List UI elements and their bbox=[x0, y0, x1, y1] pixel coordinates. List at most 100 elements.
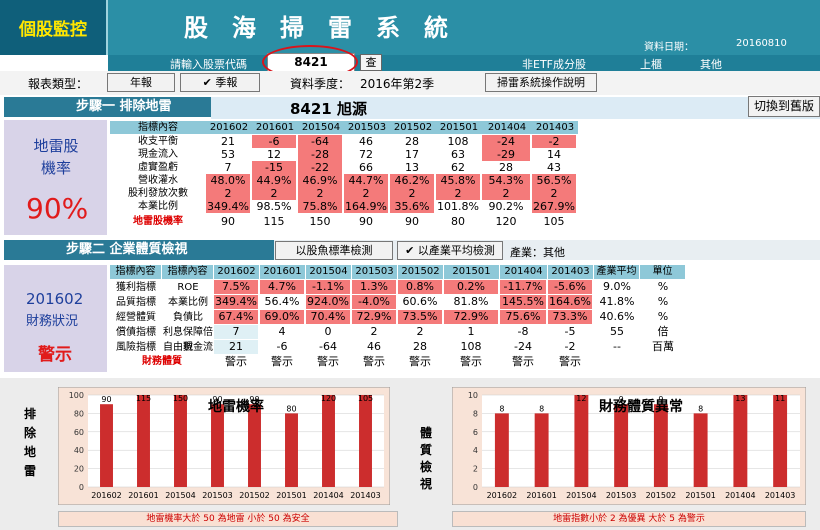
table-cell: 75.8% bbox=[298, 200, 342, 213]
y-tick-label: 60 bbox=[74, 428, 84, 437]
table-cell: 349.4% bbox=[214, 295, 258, 309]
data-label: 11 bbox=[775, 394, 785, 403]
bar bbox=[574, 395, 589, 487]
data-label: 115 bbox=[136, 394, 151, 403]
title-char: 雷 bbox=[328, 14, 352, 42]
mine-prob-value: 90% bbox=[26, 192, 89, 225]
bar bbox=[211, 404, 224, 487]
y-tick-label: 80 bbox=[74, 409, 84, 418]
row-category: 經營體質 bbox=[116, 312, 156, 323]
table-header: 指標內容 bbox=[110, 265, 161, 279]
prob-cell: 90 bbox=[221, 215, 235, 228]
switch-old-version-button[interactable]: 切換到舊版 bbox=[748, 96, 820, 117]
data-label: 8 bbox=[698, 404, 703, 413]
row-label: 本業比例 bbox=[138, 201, 178, 212]
table-cell: 56.4% bbox=[264, 295, 300, 308]
table-header: 201502 bbox=[390, 121, 436, 134]
table-cell: 924.0% bbox=[306, 295, 350, 309]
step1-title: 步驟一 排除地雷 bbox=[4, 97, 211, 117]
table-cell: 267.9% bbox=[532, 200, 576, 213]
row-category: 償債指標 bbox=[116, 327, 156, 338]
season-label: 資料季度： bbox=[290, 77, 351, 91]
table-cell: 164.6% bbox=[548, 295, 592, 309]
table-cell: -64 bbox=[319, 340, 337, 353]
data-label: 105 bbox=[358, 394, 373, 403]
y-tick-label: 6 bbox=[473, 428, 478, 437]
table-cell: 98.5% bbox=[256, 200, 292, 213]
bar bbox=[100, 404, 113, 487]
x-tick-label: 201403 bbox=[350, 491, 381, 500]
x-tick-label: 201501 bbox=[276, 491, 307, 500]
query-button[interactable]: 查 bbox=[360, 54, 382, 71]
table-cell: -15 bbox=[252, 161, 296, 174]
table-cell: 349.4% bbox=[206, 200, 250, 213]
table-cell: 90.2% bbox=[488, 200, 524, 213]
table-cell: -6 bbox=[276, 340, 288, 353]
table-cell: 54.3% bbox=[482, 174, 530, 187]
table-header: 產業平均 bbox=[594, 265, 639, 279]
table-cell: 45.8% bbox=[436, 174, 480, 187]
x-tick-label: 201404 bbox=[313, 491, 344, 500]
x-tick-label: 201602 bbox=[91, 491, 122, 500]
prob-cell: 115 bbox=[263, 215, 285, 228]
table-cell: 46.2% bbox=[390, 174, 434, 187]
data-label: 90 bbox=[101, 395, 111, 404]
table-cell: 0.2% bbox=[444, 280, 498, 294]
x-tick-label: 201502 bbox=[239, 491, 270, 500]
chart2-side-label: 體質檢視 bbox=[420, 426, 433, 491]
status-cell: 警示 bbox=[512, 355, 534, 368]
row-label: 收支平衡 bbox=[138, 136, 178, 147]
mine-prob-chart: 020406080100 9020160211520160115020150490… bbox=[58, 387, 390, 505]
x-tick-label: 201602 bbox=[487, 491, 518, 500]
chart2-footer: 地雷指數小於 2 為優異 大於 5 為警示 bbox=[452, 511, 806, 527]
bar bbox=[614, 404, 629, 487]
table-cell: 2 bbox=[252, 187, 296, 200]
quarterly-report-button[interactable]: ✔ 季報 bbox=[180, 73, 260, 92]
title-char: 系 bbox=[376, 14, 400, 42]
table-header: 201504 bbox=[306, 265, 351, 279]
table-cell: 14 bbox=[547, 148, 561, 161]
table-cell: -6 bbox=[252, 135, 296, 148]
report-type-label: 報表類型： bbox=[28, 77, 89, 91]
table-cell: 67.4% bbox=[214, 310, 258, 324]
table-cell: -2 bbox=[564, 340, 576, 353]
help-button[interactable]: 掃雷系統操作說明 bbox=[485, 73, 597, 92]
x-tick-label: 201404 bbox=[725, 491, 756, 500]
bar bbox=[534, 413, 549, 487]
date-label: 資料日期： bbox=[644, 42, 694, 53]
table-cell: -11.7% bbox=[500, 280, 546, 294]
prob-cell: 120 bbox=[495, 215, 517, 228]
market-label: 上櫃 bbox=[640, 58, 662, 71]
table-cell: 72.9% bbox=[352, 310, 396, 324]
table-cell: -8 bbox=[517, 325, 529, 338]
x-tick-label: 201601 bbox=[526, 491, 557, 500]
data-label: 8 bbox=[539, 404, 544, 413]
table-cell: -64 bbox=[298, 135, 342, 148]
table-cell: 2 bbox=[206, 187, 250, 200]
table-cell: -29 bbox=[482, 148, 530, 161]
title-char: 股 bbox=[184, 14, 208, 42]
status-cell: 警示 bbox=[271, 355, 293, 368]
y-tick-label: 2 bbox=[473, 465, 478, 474]
annual-report-button[interactable]: 年報 bbox=[107, 73, 175, 92]
table-cell: -4.0% bbox=[352, 295, 396, 309]
step2-title: 步驟二 企業體質檢視 bbox=[4, 240, 274, 260]
table-cell: -28 bbox=[298, 148, 342, 161]
bar bbox=[322, 395, 335, 487]
table-header: 201403 bbox=[548, 265, 593, 279]
row-label: 營收灌水 bbox=[138, 175, 178, 186]
table-cell: -5.6% bbox=[548, 280, 592, 294]
table-cell: 21 bbox=[214, 340, 258, 354]
industry-average-button[interactable]: ✔ 以產業平均檢測 bbox=[397, 241, 503, 260]
fish-standard-button[interactable]: 以股魚標準檢測 bbox=[275, 241, 393, 260]
table-header: 201501 bbox=[436, 121, 482, 134]
table-header: 201602 bbox=[206, 121, 252, 134]
table-cell: 46 bbox=[367, 340, 381, 353]
y-tick-label: 20 bbox=[74, 465, 84, 474]
table-cell: 46.9% bbox=[298, 174, 342, 187]
table-header: 201601 bbox=[260, 265, 305, 279]
table-cell: 101.8% bbox=[437, 200, 479, 213]
bar bbox=[359, 395, 372, 487]
table-header: 201503 bbox=[344, 121, 390, 134]
table-cell: 21 bbox=[221, 135, 235, 148]
